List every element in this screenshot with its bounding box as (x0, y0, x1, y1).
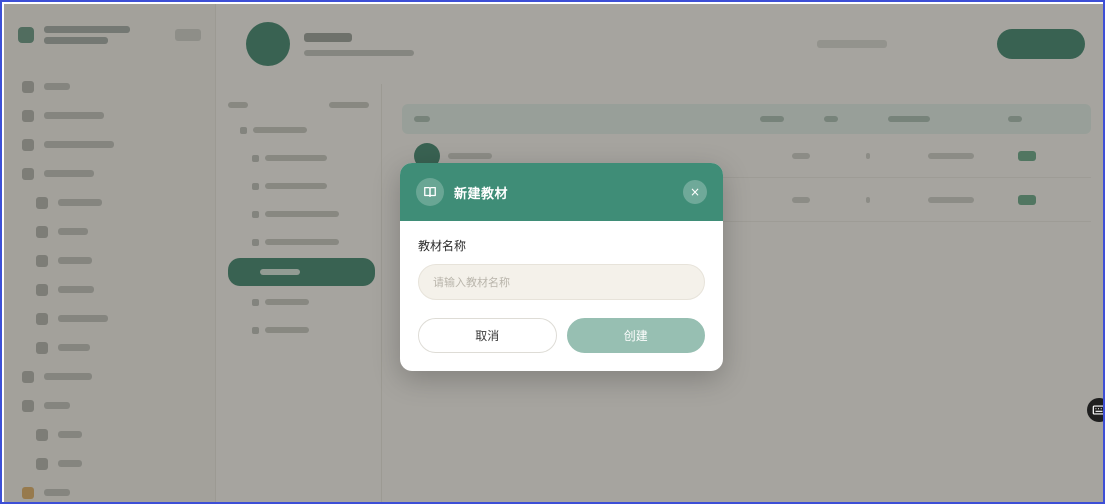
book-icon (416, 178, 444, 206)
dialog-body: 教材名称 取消 创建 (400, 221, 723, 353)
cancel-button[interactable]: 取消 (418, 318, 557, 353)
dialog-title: 新建教材 (454, 186, 509, 202)
textbook-name-label: 教材名称 (418, 239, 467, 253)
keyboard-icon[interactable] (1087, 398, 1103, 422)
new-textbook-dialog: 新建教材 × 教材名称 取消 创建 (400, 163, 723, 371)
create-button[interactable]: 创建 (566, 318, 705, 353)
window-frame: 新建教材 × 教材名称 取消 创建 (0, 0, 1105, 504)
textbook-name-input[interactable] (418, 264, 705, 300)
close-button[interactable]: × (683, 180, 707, 204)
dialog-header: 新建教材 × (400, 163, 723, 221)
dialog-actions: 取消 创建 (418, 318, 705, 353)
